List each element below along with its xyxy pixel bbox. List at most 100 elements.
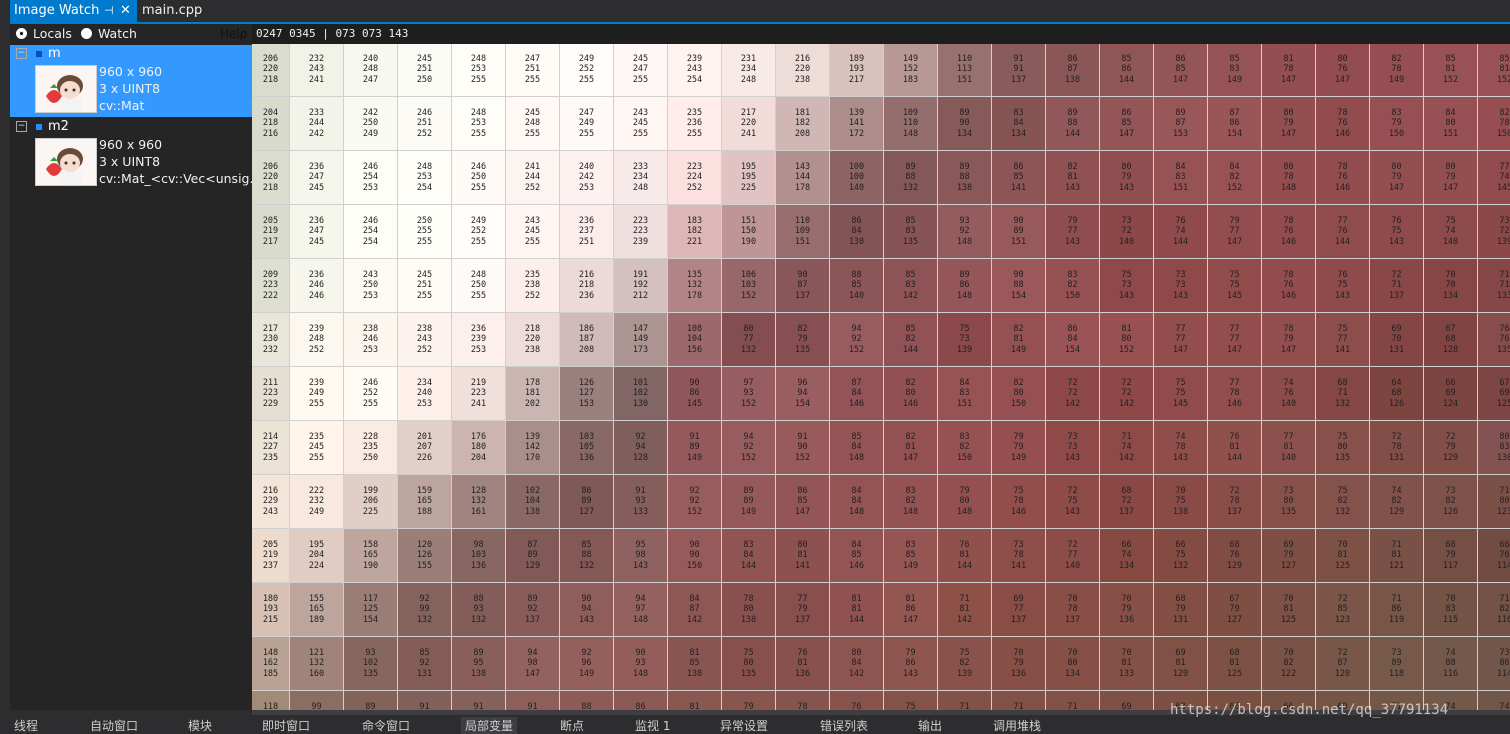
pixel-cell[interactable]: 94 98 147	[506, 637, 560, 691]
pixel-cell[interactable]: 84 80 151	[1424, 97, 1478, 151]
pixel-cell[interactable]: 71 81 142	[938, 583, 992, 637]
pixel-cell[interactable]: 91 89 149	[668, 421, 722, 475]
pixel-cell[interactable]: 90 86 145	[668, 367, 722, 421]
pixel-cell[interactable]: 242 250 249	[344, 97, 398, 151]
pixel-cell[interactable]: 204 218 216	[252, 97, 290, 151]
pixel-cell[interactable]: 76 81 144	[938, 529, 992, 583]
pixel-cell[interactable]: 100 100 140	[830, 151, 884, 205]
pixel-cell[interactable]: 85 81 152	[1478, 44, 1510, 97]
pixel-cell[interactable]: 241 244 252	[506, 151, 560, 205]
pixel-cell[interactable]: 68 76 129	[1208, 529, 1262, 583]
pixel-cell[interactable]: 108 104 156	[668, 313, 722, 367]
pixel-cell[interactable]: 74 78 143	[1154, 421, 1208, 475]
pixel-cell[interactable]: 245 251 250	[398, 44, 452, 97]
pixel-cell[interactable]: 149 152 183	[884, 44, 938, 97]
pixel-cell[interactable]: 90 88 154	[992, 259, 1046, 313]
bottom-tab[interactable]: 局部变量	[461, 717, 518, 734]
pixel-cell[interactable]: 77 74 145	[1478, 151, 1510, 205]
pixel-cell[interactable]: 80 79 147	[1262, 97, 1316, 151]
pixel-cell[interactable]: 9197132	[452, 691, 506, 710]
tab-main-cpp[interactable]: main.cpp	[142, 0, 202, 22]
pixel-cell[interactable]: 121 132 160	[290, 637, 344, 691]
pixel-cell[interactable]: 120 126 155	[398, 529, 452, 583]
pixel-cell[interactable]: 81 80 152	[1100, 313, 1154, 367]
pixel-cell[interactable]: 148 162 185	[252, 637, 290, 691]
pixel-cell[interactable]: 92 92 152	[668, 475, 722, 529]
pixel-cell[interactable]: 143 144 178	[776, 151, 830, 205]
pixel-cell[interactable]: 81 86 147	[884, 583, 938, 637]
bottom-tab[interactable]: 模块	[188, 717, 212, 734]
pixel-cell[interactable]: 80 78 148	[1262, 151, 1316, 205]
pixel-cell[interactable]: 180 193 215	[252, 583, 290, 637]
pixel-cell[interactable]: 80 81 141	[776, 529, 830, 583]
pixel-cell[interactable]: 110 113 151	[938, 44, 992, 97]
pixel-cell[interactable]: 7985137	[722, 691, 776, 710]
pixel-cell[interactable]: 74 76 140	[1262, 367, 1316, 421]
pixel-cell[interactable]: 91 90 152	[776, 421, 830, 475]
pixel-cell[interactable]: 231 234 248	[722, 44, 776, 97]
pixel-cell[interactable]: 68 81 125	[1208, 637, 1262, 691]
pixel-cell[interactable]: 78 76 146	[1316, 97, 1370, 151]
pixel-cell[interactable]: 79 79 149	[992, 421, 1046, 475]
pixel-cell[interactable]: 71 86 119	[1370, 583, 1424, 637]
pixel-cell[interactable]: 86 85 147	[776, 475, 830, 529]
pixel-cell[interactable]: 93 92 148	[938, 205, 992, 259]
pixel-cell[interactable]: 77 77 147	[1154, 313, 1208, 367]
pixel-cell[interactable]: 89 88 132	[884, 151, 938, 205]
pixel-cell[interactable]: 243 250 253	[344, 259, 398, 313]
pixel-cell[interactable]: 206 220 218	[252, 44, 290, 97]
pixel-cell[interactable]: 82 79 135	[776, 313, 830, 367]
pixel-cell[interactable]: 68 71 132	[1316, 367, 1370, 421]
pixel-cell[interactable]: 246 252 255	[344, 367, 398, 421]
radio-watch[interactable]: Watch	[81, 26, 137, 41]
pixel-cell[interactable]: 233 234 248	[614, 151, 668, 205]
pixel-cell[interactable]: 99110139	[290, 691, 344, 710]
pixel-cell[interactable]: 83 84 134	[992, 97, 1046, 151]
pixel-cell[interactable]: 96 94 154	[776, 367, 830, 421]
bottom-tab[interactable]: 自动窗口	[90, 717, 138, 734]
pixel-cell[interactable]: 236 247 245	[290, 151, 344, 205]
pixel-cell[interactable]: 91 93 133	[614, 475, 668, 529]
pixel-cell[interactable]: 106 103 152	[722, 259, 776, 313]
pixel-cell[interactable]: 189 193 217	[830, 44, 884, 97]
pixel-cell[interactable]: 216 220 238	[776, 44, 830, 97]
bottom-tab[interactable]: 调用堆栈	[993, 717, 1041, 734]
pixel-cell[interactable]: 68 79 131	[1154, 583, 1208, 637]
pixel-cell[interactable]: 73 73 143	[1154, 259, 1208, 313]
pixel-cell[interactable]: 85 81 152	[1424, 44, 1478, 97]
pixel-cell[interactable]: 139 142 170	[506, 421, 560, 475]
pixel-cell[interactable]: 97 93 152	[722, 367, 776, 421]
pixel-cell[interactable]: 90 89 151	[992, 205, 1046, 259]
image-item-m2[interactable]: − m2 960 x 960 3 x UINT8 cv::Mat_<cv::Ve…	[10, 118, 261, 190]
pixel-cell[interactable]: 82 80 146	[884, 367, 938, 421]
pixel-cell[interactable]: 89 89 149	[722, 475, 776, 529]
pixel-cell[interactable]: 249 252 255	[452, 205, 506, 259]
pixel-cell[interactable]: 75 74 140	[1424, 205, 1478, 259]
pixel-cell[interactable]: 72 71 137	[1370, 259, 1424, 313]
pixel-cell[interactable]: 86 85 141	[992, 151, 1046, 205]
pixel-cell[interactable]: 183 182 221	[668, 205, 722, 259]
pixel-cell[interactable]: 70 81 125	[1262, 583, 1316, 637]
pixel-cell[interactable]: 89 88 138	[938, 151, 992, 205]
pixel-cell[interactable]: 87 86 154	[1208, 97, 1262, 151]
pixel-cell[interactable]: 217 230 232	[252, 313, 290, 367]
bottom-tab[interactable]: 命令窗口	[362, 717, 410, 734]
pixel-cell[interactable]: 69 81 129	[1154, 637, 1208, 691]
pixel-cell[interactable]: 245 251 255	[398, 259, 452, 313]
pixel-cell[interactable]: 82 80 150	[992, 367, 1046, 421]
tab-image-watch[interactable]: Image Watch ⊣ ✕	[10, 0, 137, 22]
pixel-cell[interactable]: 75 80 135	[1316, 421, 1370, 475]
pixel-cell[interactable]: 89 90 134	[938, 97, 992, 151]
pixel-cell[interactable]: 70 80 134	[1046, 637, 1100, 691]
pixel-cell[interactable]: 240 242 253	[560, 151, 614, 205]
pixel-cell[interactable]: 211 223 229	[252, 367, 290, 421]
pixel-cell[interactable]: 69 70 131	[1370, 313, 1424, 367]
pixel-cell[interactable]: 82 81 143	[1046, 151, 1100, 205]
pixel-cell[interactable]: 75 82 132	[1316, 475, 1370, 529]
pixel-cell[interactable]: 77 78 146	[1208, 367, 1262, 421]
pixel-cell[interactable]: 128 132 161	[452, 475, 506, 529]
pixel-cell[interactable]: 84 83 151	[1154, 151, 1208, 205]
pixel-cell[interactable]: 135 132 178	[668, 259, 722, 313]
pixel-cell[interactable]: 90 93 148	[614, 637, 668, 691]
pixel-cell[interactable]: 66 75 132	[1154, 529, 1208, 583]
